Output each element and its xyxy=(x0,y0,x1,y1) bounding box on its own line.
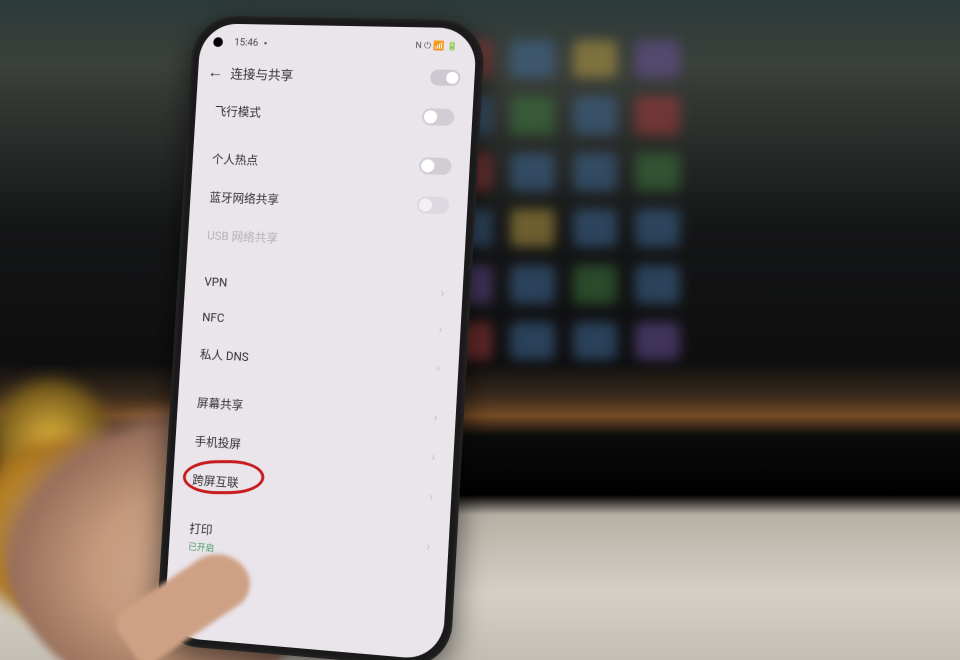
photo-scene: 15:46 ▪ N ⏻ 📶 🔋 ← 连接与共享 飞行模式 xyxy=(0,0,960,660)
settings-list: 飞行模式 个人热点 蓝牙网络共享 USB 网络共享 VPN xyxy=(168,91,473,582)
row-label: 个人热点 xyxy=(211,150,258,168)
chevron-right-icon: › xyxy=(429,489,433,504)
back-arrow-icon[interactable]: ← xyxy=(207,62,223,82)
row-label: 蓝牙网络共享 xyxy=(209,188,279,207)
row-label: 私人 DNS xyxy=(199,346,249,365)
hotspot-toggle[interactable] xyxy=(419,157,452,175)
row-label: 手机投屏 xyxy=(194,432,241,452)
row-label: 屏幕共享 xyxy=(197,394,244,414)
status-indicator-icon: ▪ xyxy=(264,38,268,49)
bt-tether-toggle[interactable] xyxy=(417,196,450,214)
row-label: 飞行模式 xyxy=(214,103,261,121)
row-label: NFC xyxy=(202,310,225,325)
status-right-icons: N ⏻ 📶 🔋 xyxy=(415,41,458,52)
punch-hole-camera xyxy=(213,37,223,47)
page-title: 连接与共享 xyxy=(230,63,294,83)
chevron-right-icon: › xyxy=(431,449,435,463)
row-label: USB 网络共享 xyxy=(207,227,279,247)
clock: 15:46 xyxy=(234,37,259,48)
airplane-toggle[interactable] xyxy=(422,108,455,126)
row-label: 打印 xyxy=(189,520,213,539)
header-toggle[interactable] xyxy=(430,69,461,86)
chevron-right-icon: › xyxy=(438,322,442,336)
chevron-right-icon: › xyxy=(436,360,440,374)
row-label: VPN xyxy=(204,275,228,290)
chevron-right-icon: › xyxy=(426,539,430,554)
row-label: 跨屏互联 xyxy=(192,471,239,491)
chevron-right-icon: › xyxy=(440,286,444,300)
chevron-right-icon: › xyxy=(433,410,437,424)
